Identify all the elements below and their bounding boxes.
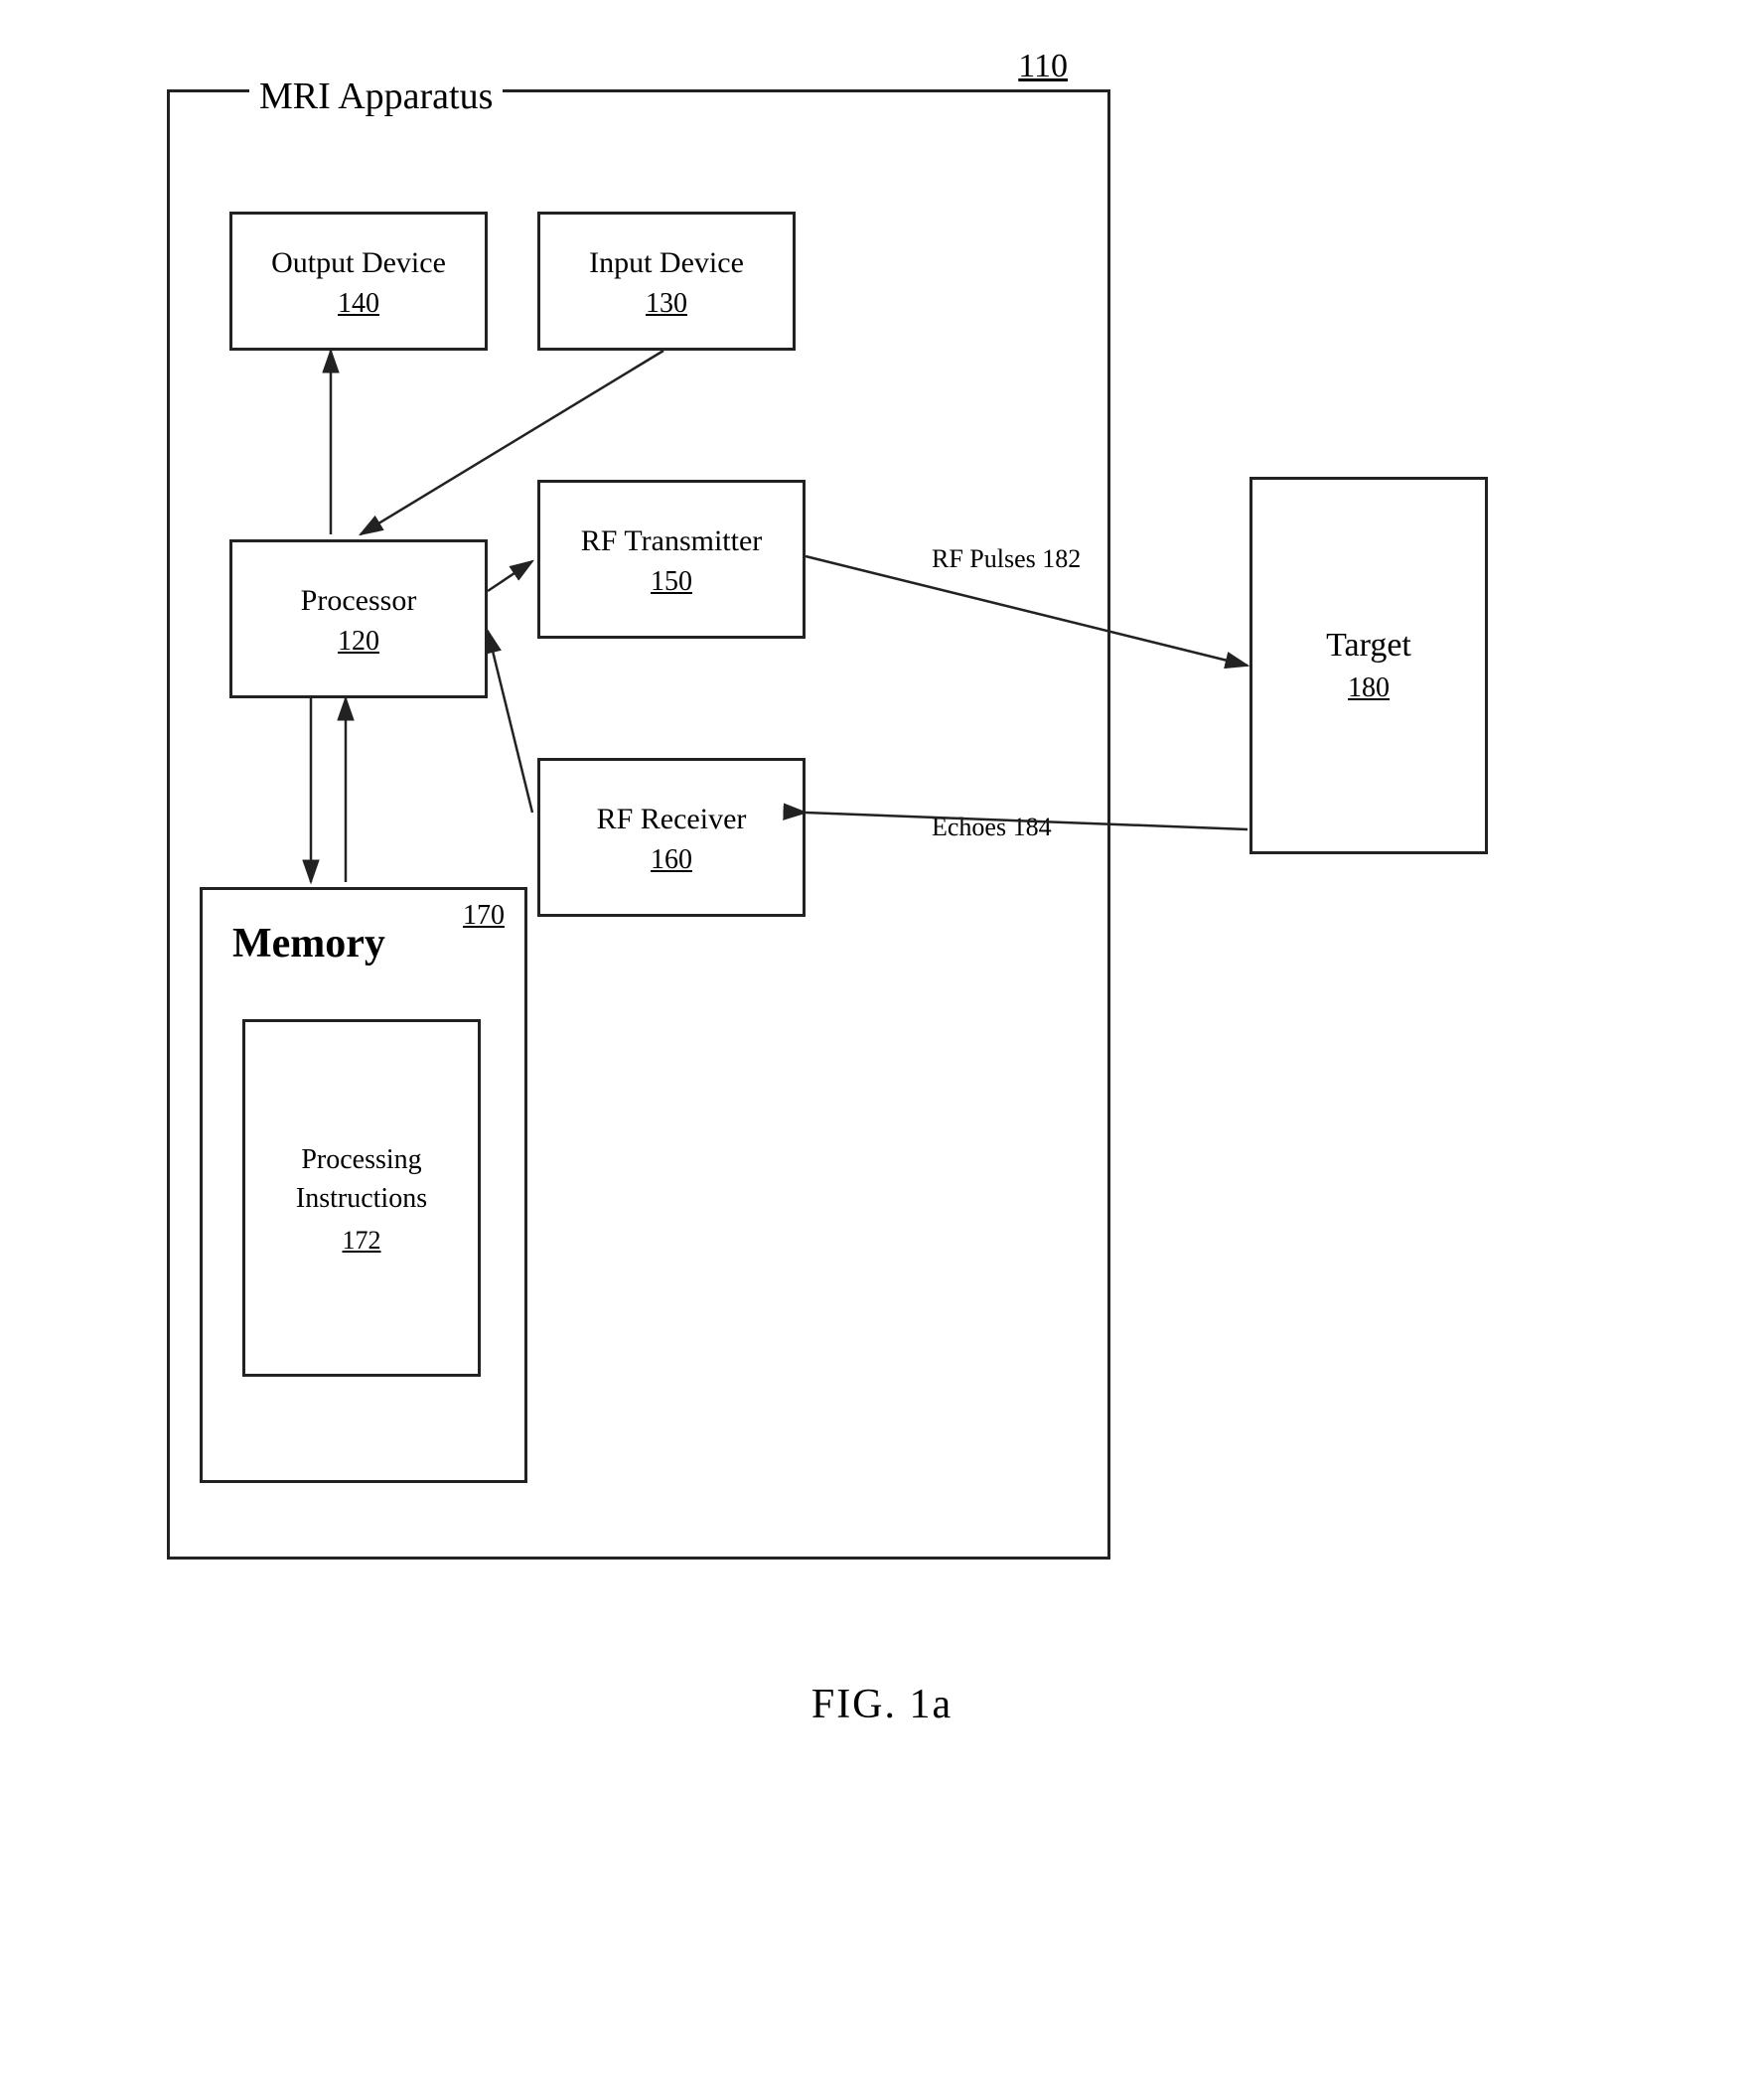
memory-box: Memory 170 ProcessingInstructions 172 <box>200 887 527 1483</box>
input-device-label: Input Device <box>589 243 744 282</box>
input-device-number: 130 <box>646 288 687 320</box>
processing-instructions-number: 172 <box>343 1226 381 1256</box>
output-device-label: Output Device <box>271 243 446 282</box>
rf-transmitter-label: RF Transmitter <box>581 521 763 560</box>
rf-transmitter-box: RF Transmitter 150 <box>537 480 806 639</box>
target-number: 180 <box>1348 672 1390 704</box>
rf-receiver-label: RF Receiver <box>597 800 747 838</box>
rf-receiver-box: RF Receiver 160 <box>537 758 806 917</box>
rf-transmitter-number: 150 <box>651 566 692 598</box>
memory-label: Memory <box>232 920 385 967</box>
rf-pulses-label: RF Pulses 182 <box>932 544 1081 574</box>
figure-label: FIG. 1a <box>811 1681 953 1728</box>
input-device-box: Input Device 130 <box>537 212 796 351</box>
output-device-box: Output Device 140 <box>229 212 488 351</box>
mri-apparatus-label: MRI Apparatus <box>249 74 503 118</box>
target-label: Target <box>1326 627 1411 665</box>
output-device-number: 140 <box>338 288 379 320</box>
processor-number: 120 <box>338 626 379 658</box>
processing-instructions-label: ProcessingInstructions <box>296 1140 427 1218</box>
processor-box: Processor 120 <box>229 539 488 698</box>
rf-receiver-number: 160 <box>651 844 692 876</box>
mri-apparatus-number: 110 <box>1018 48 1068 85</box>
target-box: Target 180 <box>1250 477 1488 854</box>
processing-instructions-box: ProcessingInstructions 172 <box>242 1019 481 1377</box>
memory-number: 170 <box>463 900 505 932</box>
page: MRI Apparatus 110 Output Device 140 Inpu… <box>0 0 1764 2083</box>
diagram-area: MRI Apparatus 110 Output Device 140 Inpu… <box>137 60 1627 1748</box>
echoes-label: Echoes 184 <box>932 813 1052 842</box>
processor-label: Processor <box>301 581 417 620</box>
